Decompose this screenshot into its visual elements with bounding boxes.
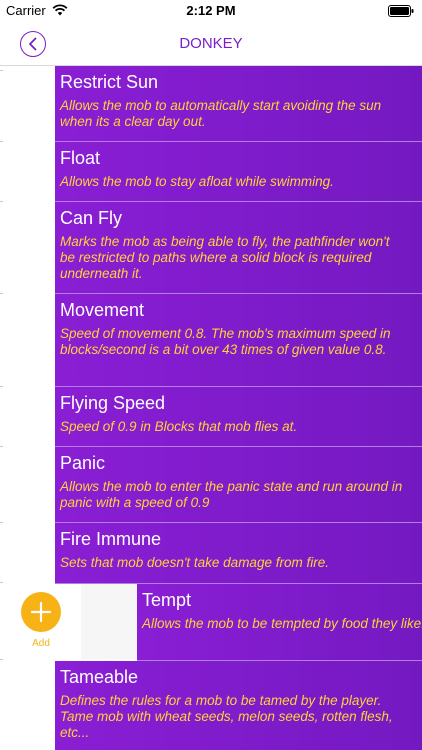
behavior-description: Speed of movement 0.8. The mob's maximum… <box>60 326 391 357</box>
behavior-description: Speed of 0.9 in Blocks that mob flies at… <box>60 419 298 434</box>
behavior-title: Can Fly <box>60 208 123 228</box>
behavior-description: Allows the mob to automatically start av… <box>60 98 382 129</box>
separator-tick <box>0 386 3 387</box>
behavior-description: Marks the mob as being able to fly, the … <box>60 234 390 281</box>
separator-tick <box>0 659 3 660</box>
separator-tick <box>0 522 3 523</box>
behavior-title: Float <box>60 148 101 168</box>
behavior-title: Tempt <box>142 590 192 610</box>
behavior-description: Allows the mob to be tempted by food the… <box>142 616 422 631</box>
behavior-list[interactable]: Restrict Sun Allows the mob to automatic… <box>0 66 422 750</box>
behavior-row-tameable[interactable]: Tameable Defines the rules for a mob to … <box>55 661 422 750</box>
add-action-panel: Add <box>0 584 81 659</box>
status-bar: Carrier 2:12 PM <box>0 0 422 22</box>
behavior-title: Tameable <box>60 667 139 687</box>
behavior-title: Panic <box>60 453 106 473</box>
clock: 2:12 PM <box>186 3 236 18</box>
add-label: Add <box>32 638 50 649</box>
behavior-title: Restrict Sun <box>60 72 159 92</box>
behavior-description: Defines the rules for a mob to be tamed … <box>60 693 393 740</box>
behavior-row-movement[interactable]: Movement Speed of movement 0.8. The mob'… <box>55 294 422 387</box>
behavior-row-float[interactable]: Float Allows the mob to stay afloat whil… <box>55 142 422 202</box>
behavior-description: Sets that mob doesn't take damage from f… <box>60 555 329 570</box>
behavior-row-fire-immune[interactable]: Fire Immune Sets that mob doesn't take d… <box>55 523 422 584</box>
behavior-title: Fire Immune <box>60 529 162 549</box>
separator-tick <box>0 293 3 294</box>
behavior-description: Allows the mob to stay afloat while swim… <box>60 174 334 189</box>
add-button[interactable] <box>21 592 61 632</box>
swipe-add-action: Add <box>0 584 137 659</box>
separator-tick <box>0 201 3 202</box>
behavior-title: Flying Speed <box>60 393 166 413</box>
behavior-row-flying-speed[interactable]: Flying Speed Speed of 0.9 in Blocks that… <box>55 387 422 447</box>
behavior-row-panic[interactable]: Panic Allows the mob to enter the panic … <box>55 447 422 523</box>
plus-icon <box>30 601 52 623</box>
battery-icon <box>388 5 414 17</box>
separator-tick <box>0 70 3 71</box>
separator-tick <box>0 582 3 583</box>
separator-tick <box>0 446 3 447</box>
navigation-bar: DONKEY <box>0 22 422 66</box>
separator-tick <box>0 141 3 142</box>
behavior-row-can-fly[interactable]: Can Fly Marks the mob as being able to f… <box>55 202 422 294</box>
behavior-title: Movement <box>60 300 145 320</box>
behavior-row-restrict-sun[interactable]: Restrict Sun Allows the mob to automatic… <box>55 66 422 142</box>
behavior-row-tempt[interactable]: Tempt Allows the mob to be tempted by fo… <box>137 584 422 661</box>
page-title: DONKEY <box>179 35 243 52</box>
behavior-description: Allows the mob to enter the panic state … <box>60 479 403 510</box>
swipe-gap <box>81 584 137 659</box>
